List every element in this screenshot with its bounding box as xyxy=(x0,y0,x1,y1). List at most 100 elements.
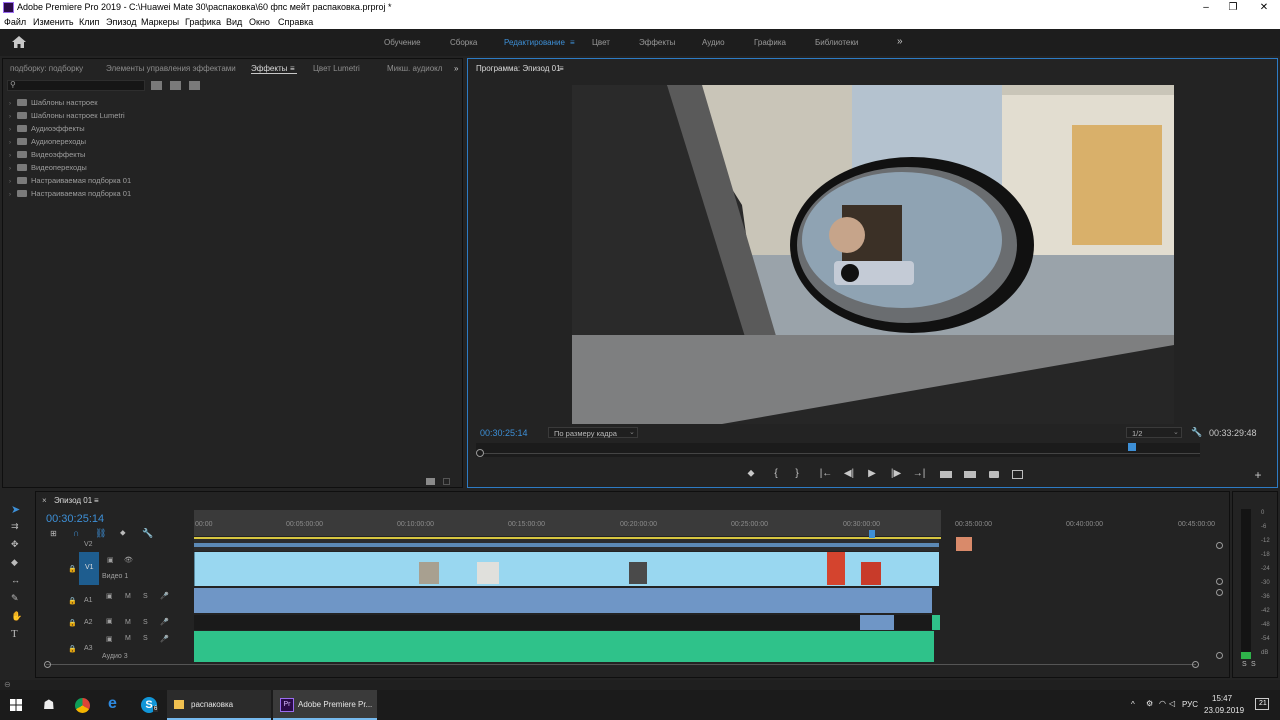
playhead-icon[interactable] xyxy=(1128,443,1136,451)
track-a3-label[interactable]: A3 xyxy=(84,645,93,652)
program-scrubber[interactable] xyxy=(476,443,1200,457)
workspace-assembly[interactable]: Сборка xyxy=(450,38,477,47)
lock-icon[interactable]: 🔒 xyxy=(68,597,77,605)
scroll-handle-left[interactable] xyxy=(44,661,51,668)
program-current-time[interactable]: 00:30:25:14 xyxy=(480,428,528,438)
effects-search-input[interactable]: ⚲ xyxy=(7,80,145,91)
eye-icon[interactable]: 👁 xyxy=(124,556,133,564)
play-button[interactable]: ▶ xyxy=(864,468,880,479)
menu-sequence[interactable]: Эпизод xyxy=(106,17,136,27)
scroll-handle-right[interactable] xyxy=(1192,661,1199,668)
menu-view[interactable]: Вид xyxy=(226,17,242,27)
track-v2-clips[interactable] xyxy=(194,539,939,551)
go-to-in-button[interactable]: |← xyxy=(818,468,834,479)
mute-a3-button[interactable]: M xyxy=(125,635,131,642)
clip-red[interactable] xyxy=(827,552,845,585)
timeline-menu-icon[interactable]: ≡ xyxy=(94,496,99,505)
lock-icon[interactable]: 🔒 xyxy=(68,565,77,573)
workspace-libraries[interactable]: Библиотеки xyxy=(815,38,858,47)
track-a1-label[interactable]: A1 xyxy=(84,597,93,604)
maximize-button[interactable]: ❐ xyxy=(1220,0,1246,15)
timeline-close-icon[interactable]: × xyxy=(42,496,47,505)
chrome-icon[interactable] xyxy=(75,698,90,713)
timeline-horizontal-scrollbar[interactable] xyxy=(46,664,1196,665)
mute-a1-button[interactable]: M xyxy=(125,593,131,600)
tab-audio-mixer[interactable]: Микш. аудиокл xyxy=(387,64,442,73)
hand-tool-icon[interactable]: ✋ xyxy=(11,611,22,622)
lock-icon[interactable]: 🔒 xyxy=(68,619,77,627)
microphone-icon[interactable]: 🎤 xyxy=(160,618,169,626)
microphone-icon[interactable]: 🎤 xyxy=(160,592,169,600)
menu-markers[interactable]: Маркеры xyxy=(141,17,179,27)
tree-item-presets[interactable]: › Шаблоны настроек xyxy=(9,98,98,111)
scrubber-start-handle[interactable] xyxy=(476,449,484,457)
menu-graphics[interactable]: Графика xyxy=(185,17,221,27)
nest-icon[interactable]: ⊞ xyxy=(50,529,57,538)
workspace-audio[interactable]: Аудио xyxy=(702,38,725,47)
language-indicator[interactable]: РУС xyxy=(1182,700,1198,709)
clip-thumbnail[interactable] xyxy=(477,562,499,584)
workspace-graphics[interactable]: Графика xyxy=(754,38,786,47)
timeline-current-time[interactable]: 00:30:25:14 xyxy=(46,513,104,525)
taskbar-explorer-button[interactable]: распаковка xyxy=(167,690,271,720)
32bit-effects-icon[interactable] xyxy=(170,81,181,90)
lock-icon[interactable]: 🔒 xyxy=(68,645,77,653)
wrench-icon[interactable]: 🔧 xyxy=(1191,427,1202,438)
clip-red[interactable] xyxy=(861,562,881,585)
tab-effects[interactable]: Эффекты xyxy=(251,64,287,73)
tree-item-video-transitions[interactable]: › Видеопереходы xyxy=(9,163,87,176)
solo-a3-button[interactable]: S xyxy=(143,635,148,642)
workspace-learning[interactable]: Обучение xyxy=(384,38,421,47)
solo-a1-button[interactable]: S xyxy=(143,593,148,600)
snap-icon[interactable]: ∩ xyxy=(73,528,79,538)
mute-a2-button[interactable]: M xyxy=(125,619,131,626)
vertical-scroll-handle[interactable] xyxy=(1216,652,1223,659)
tree-item-audio-effects[interactable]: › Аудиоэффекты xyxy=(9,124,85,137)
tree-item-lumetri-presets[interactable]: › Шаблоны настроек Lumetri xyxy=(9,111,125,124)
tree-item-custom-bin-1[interactable]: › Настраиваемая подборка 01 xyxy=(9,176,131,189)
add-marker-icon[interactable]: ⬥ xyxy=(120,528,126,538)
minimize-button[interactable]: – xyxy=(1193,0,1219,15)
workspace-menu-icon[interactable]: ≡ xyxy=(570,38,575,47)
wifi-icon[interactable]: ◠ xyxy=(1159,699,1166,708)
taskbar-premiere-button[interactable]: Pr Adobe Premiere Pr... xyxy=(273,690,377,720)
windows-start-icon[interactable] xyxy=(10,699,22,711)
sync-lock-icon[interactable]: ▣ xyxy=(106,617,113,625)
tab-effects-menu-icon[interactable]: ≡ xyxy=(290,64,295,73)
menu-help[interactable]: Справка xyxy=(278,17,313,27)
vertical-scroll-handle[interactable] xyxy=(1216,578,1223,585)
timeline-playhead-icon[interactable] xyxy=(869,530,875,538)
vertical-scroll-handle[interactable] xyxy=(1216,589,1223,596)
workspace-more-icon[interactable]: » xyxy=(897,36,903,47)
step-back-button[interactable]: ◀| xyxy=(841,468,857,479)
clock-date[interactable]: 23.09.2019 xyxy=(1204,706,1244,715)
clock-time[interactable]: 15:47 xyxy=(1212,694,1232,703)
track-a3-clip[interactable] xyxy=(194,631,934,662)
track-a2-label[interactable]: A2 xyxy=(84,619,93,626)
extract-icon[interactable] xyxy=(964,471,976,478)
sync-lock-icon[interactable]: ▣ xyxy=(106,592,113,600)
fit-dropdown[interactable]: По размеру кадра ⌄ xyxy=(548,427,638,438)
pen-tool-icon[interactable]: ✎ xyxy=(11,593,19,604)
track-a1-clip[interactable] xyxy=(194,588,932,613)
network-icon[interactable]: ⚙ xyxy=(1146,699,1153,708)
tab-effect-controls[interactable]: Элементы управления эффектами xyxy=(106,64,236,73)
go-to-out-button[interactable]: →| xyxy=(911,468,927,479)
lift-icon[interactable] xyxy=(940,471,952,478)
mark-out-button[interactable]: } xyxy=(789,468,805,479)
solo-right-button[interactable]: S xyxy=(1251,661,1256,668)
vertical-scroll-handle[interactable] xyxy=(1216,542,1223,549)
home-icon[interactable] xyxy=(12,36,26,48)
menu-edit[interactable]: Изменить xyxy=(33,17,74,27)
menu-window[interactable]: Окно xyxy=(249,17,270,27)
clip-thumbnail[interactable] xyxy=(956,537,972,551)
program-menu-icon[interactable]: ≡ xyxy=(559,64,564,73)
selection-tool-icon[interactable]: ➤ xyxy=(11,503,20,516)
track-a2-clip[interactable] xyxy=(860,615,894,630)
track-select-tool-icon[interactable]: ⇉ xyxy=(11,521,19,532)
track-a2-clip-green[interactable] xyxy=(932,615,940,630)
tree-item-audio-transitions[interactable]: › Аудиопереходы xyxy=(9,137,86,150)
notifications-icon[interactable]: 21 xyxy=(1255,698,1269,710)
solo-a2-button[interactable]: S xyxy=(143,619,148,626)
alienware-icon[interactable]: ☗ xyxy=(43,697,55,713)
